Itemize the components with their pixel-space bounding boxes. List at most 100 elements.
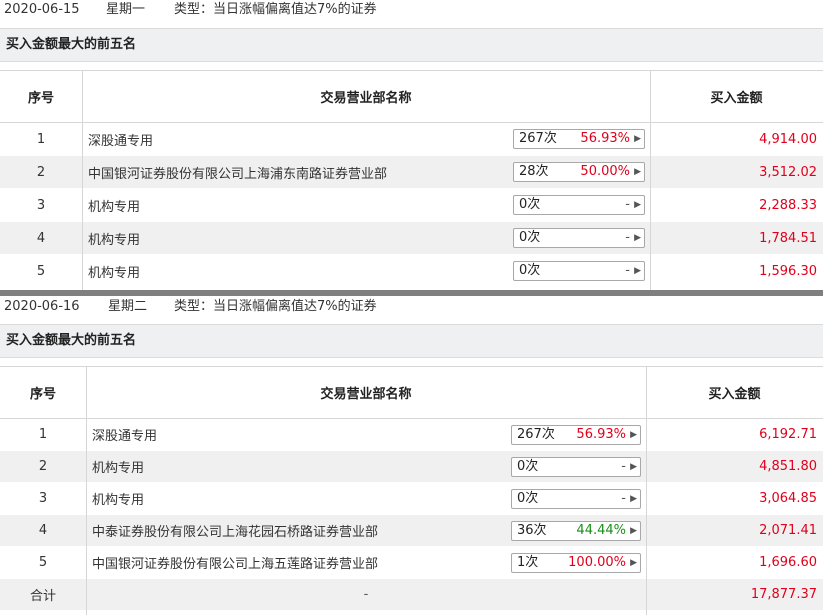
section-2020-06-16: 2020-06-16 星期二 类型：当日涨幅偏离值达7%的证券 买入金额最大的前…	[0, 296, 823, 615]
count-percent-dropdown[interactable]: 0次 - ▶	[511, 488, 641, 509]
section-subtitle: 买入金额最大的前五名	[6, 333, 137, 348]
column-divider	[86, 367, 87, 615]
percent-value: 50.00%	[580, 164, 630, 179]
count-percent-dropdown[interactable]: 28次 50.00% ▶	[513, 162, 645, 182]
table-row: 5 机构专用 0次 - ▶ 1,596.30	[0, 255, 823, 288]
triangle-right-icon: ▶	[630, 557, 637, 568]
row-seq: 1	[38, 427, 48, 442]
row-branch-name[interactable]: 中国银河证券股份有限公司上海浦东南路证券营业部	[82, 156, 512, 188]
count-value: 36次	[517, 522, 547, 538]
row-seq: 4	[36, 230, 46, 246]
triangle-right-icon: ▶	[634, 266, 641, 276]
row-seq: 1	[36, 131, 46, 147]
count-percent-dropdown[interactable]: 0次 - ▶	[513, 228, 645, 248]
section-weekday: 星期二	[108, 299, 148, 314]
count-value: 267次	[519, 131, 557, 146]
count-value: 0次	[519, 230, 541, 245]
section-subtitle-bar: 买入金额最大的前五名	[0, 324, 823, 358]
percent-value: 56.93%	[576, 426, 626, 442]
count-percent-dropdown[interactable]: 36次 44.44% ▶	[511, 520, 641, 541]
row-branch-name[interactable]: 中泰证券股份有限公司上海花园石桥路证券营业部	[86, 515, 510, 546]
triangle-right-icon: ▶	[630, 493, 637, 504]
triangle-right-icon: ▶	[630, 429, 637, 440]
table-row: 1 深股通专用 267次 56.93% ▶ 4,914.00	[0, 123, 823, 156]
row-amount: 1,596.30	[759, 263, 817, 279]
table-row: 2 机构专用 0次 - ▶ 4,851.80	[0, 451, 823, 483]
row-amount: 2,071.41	[759, 523, 817, 538]
row-seq: 4	[38, 523, 48, 538]
count-value: 28次	[519, 164, 549, 179]
percent-value: 44.44%	[576, 522, 626, 538]
table-row: 2 中国银河证券股份有限公司上海浦东南路证券营业部 28次 50.00% ▶ 3…	[0, 156, 823, 189]
row-seq: 2	[36, 164, 46, 180]
row-amount: 4,851.80	[759, 459, 817, 474]
percent-value: -	[625, 197, 630, 212]
header-seq: 序号	[27, 91, 54, 106]
count-percent-dropdown[interactable]: 0次 - ▶	[513, 261, 645, 281]
header-name: 交易营业部名称	[320, 91, 412, 106]
section-subtitle: 买入金额最大的前五名	[6, 37, 137, 52]
triangle-right-icon: ▶	[634, 233, 641, 243]
row-seq: 2	[38, 459, 48, 474]
percent-value: -	[621, 458, 626, 474]
table-total-row: 合计 - 17,877.37	[0, 579, 823, 611]
count-percent-dropdown[interactable]: 0次 - ▶	[511, 456, 641, 477]
percent-value: -	[625, 230, 630, 245]
row-branch-name[interactable]: 机构专用	[82, 255, 512, 287]
count-value: 267次	[517, 426, 555, 442]
triangle-right-icon: ▶	[634, 167, 641, 177]
section-subtitle-bar: 买入金额最大的前五名	[0, 28, 823, 62]
count-value: 0次	[519, 263, 541, 278]
count-value: 0次	[519, 197, 541, 212]
triangle-right-icon: ▶	[634, 200, 641, 210]
count-value: 1次	[517, 554, 539, 570]
column-divider	[650, 71, 651, 291]
header-seq: 序号	[29, 387, 56, 402]
percent-value: -	[625, 263, 630, 278]
triangle-right-icon: ▶	[630, 461, 637, 472]
row-branch-name[interactable]: 深股通专用	[86, 419, 510, 450]
table-header-row: 序号 交易营业部名称 买入金额	[0, 71, 823, 123]
table-row: 5 中国银河证券股份有限公司上海五莲路证券营业部 1次 100.00% ▶ 1,…	[0, 547, 823, 579]
row-branch-name[interactable]: 深股通专用	[82, 123, 512, 155]
section-type: 类型：当日涨幅偏离值达7%的证券	[174, 299, 377, 314]
percent-value: -	[621, 490, 626, 506]
table-row: 1 深股通专用 267次 56.93% ▶ 6,192.71	[0, 419, 823, 451]
table-header-row: 序号 交易营业部名称 买入金额	[0, 367, 823, 419]
row-branch-name[interactable]: 机构专用	[86, 483, 510, 514]
percent-value: 56.93%	[580, 131, 630, 146]
section-info-line: 2020-06-15 星期一 类型：当日涨幅偏离值达7%的证券	[0, 0, 823, 20]
top-five-table: 序号 交易营业部名称 买入金额 1 深股通专用 267次 56.93% ▶ 4,…	[0, 70, 823, 291]
row-branch-name[interactable]: 中国银河证券股份有限公司上海五莲路证券营业部	[86, 547, 510, 578]
section-date: 2020-06-15	[4, 2, 80, 17]
table-row: 3 机构专用 0次 - ▶ 3,064.85	[0, 483, 823, 515]
table-row: 3 机构专用 0次 - ▶ 2,288.33	[0, 189, 823, 222]
row-seq: 3	[36, 197, 46, 213]
count-percent-dropdown[interactable]: 1次 100.00% ▶	[511, 552, 641, 573]
section-info-line: 2020-06-16 星期二 类型：当日涨幅偏离值达7%的证券	[0, 297, 823, 317]
top-five-table: 序号 交易营业部名称 买入金额 1 深股通专用 267次 56.93% ▶ 6,…	[0, 366, 823, 615]
count-percent-dropdown[interactable]: 267次 56.93% ▶	[511, 424, 641, 445]
total-amount: 17,877.37	[750, 587, 817, 602]
total-label: 合计	[29, 589, 56, 604]
count-percent-dropdown[interactable]: 0次 - ▶	[513, 195, 645, 215]
row-branch-name[interactable]: 机构专用	[82, 189, 512, 221]
row-branch-name[interactable]: 机构专用	[86, 451, 510, 482]
count-percent-dropdown[interactable]: 267次 56.93% ▶	[513, 129, 645, 149]
row-amount: 4,914.00	[759, 131, 817, 147]
header-name: 交易营业部名称	[320, 387, 412, 402]
section-2020-06-15: 2020-06-15 星期一 类型：当日涨幅偏离值达7%的证券 买入金额最大的前…	[0, 0, 823, 291]
row-branch-name[interactable]: 机构专用	[82, 222, 512, 254]
row-amount: 3,064.85	[759, 491, 817, 506]
column-divider	[82, 71, 83, 291]
count-value: 0次	[517, 490, 539, 506]
table-row: 4 中泰证券股份有限公司上海花园石桥路证券营业部 36次 44.44% ▶ 2,…	[0, 515, 823, 547]
header-amount: 买入金额	[708, 387, 761, 402]
header-amount: 买入金额	[710, 91, 763, 106]
row-amount: 1,784.51	[759, 230, 817, 246]
row-seq: 5	[36, 263, 46, 279]
row-seq: 5	[38, 555, 48, 570]
column-divider	[646, 367, 647, 615]
section-type: 类型：当日涨幅偏离值达7%的证券	[174, 2, 377, 17]
section-weekday: 星期一	[106, 2, 146, 17]
